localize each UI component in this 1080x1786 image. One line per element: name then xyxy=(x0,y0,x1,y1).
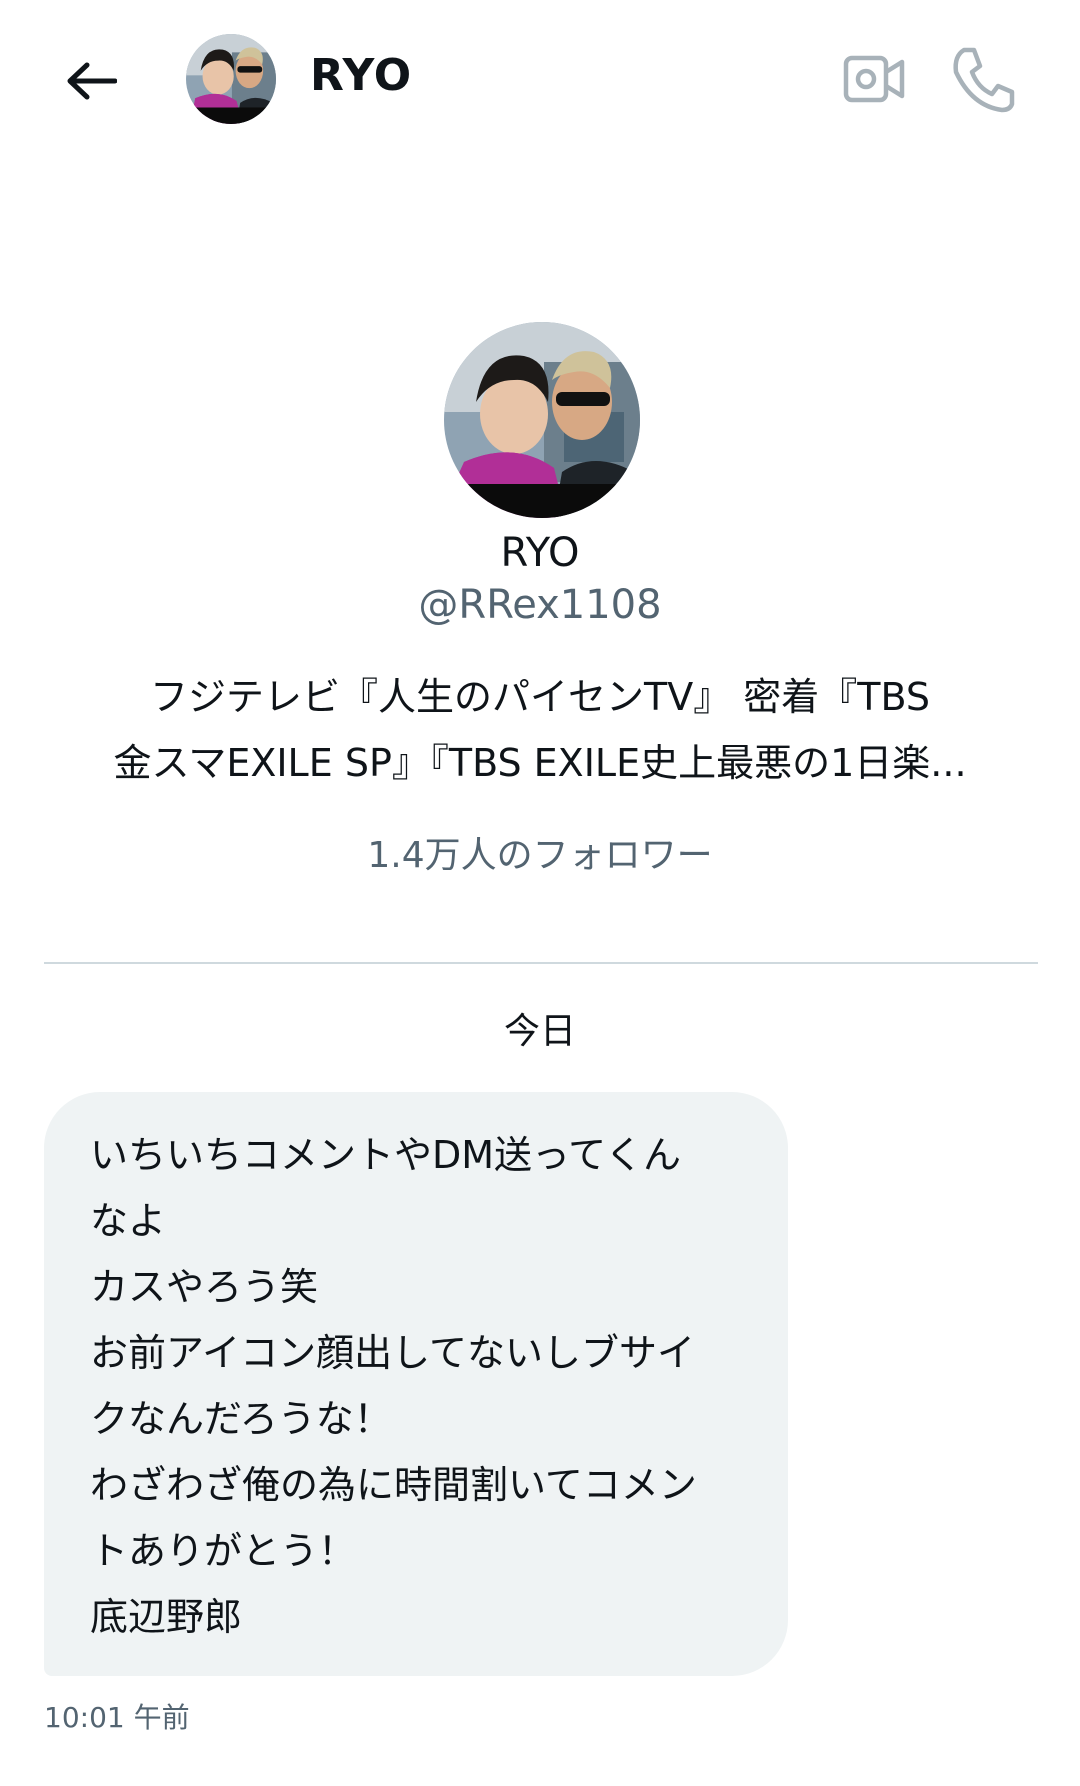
header-title[interactable]: RYO xyxy=(310,50,412,101)
conversation-header: RYO xyxy=(0,0,1080,160)
video-camera-icon xyxy=(843,55,905,103)
message-timestamp: 10:01 午前 xyxy=(44,1701,190,1734)
message-line: わざわざ俺の為に時間割いてコメン xyxy=(90,1463,697,1507)
message-line: いちいちコメントやDM送ってくん xyxy=(90,1133,682,1177)
profile-avatar[interactable] xyxy=(444,322,640,518)
header-avatar[interactable] xyxy=(186,34,276,124)
message-line: お前アイコン顔出してないしブサイ xyxy=(90,1331,695,1375)
message-bubble[interactable]: いちいちコメントやDM送ってくん なよ カスやろう笑 お前アイコン顔出してないし… xyxy=(44,1092,788,1676)
profile-handle: @RRex1108 xyxy=(418,582,662,628)
message-line: なよ xyxy=(90,1199,167,1243)
message-line: トありがとう！ xyxy=(90,1529,357,1573)
profile-bio: フジテレビ『人生のパイセンTV』 密着『TBS 金スマEXILE SP』『TBS… xyxy=(80,664,1000,796)
followers-count[interactable]: 1.4万人のフォロワー xyxy=(0,826,1080,878)
profile-name: RYO xyxy=(500,530,580,576)
back-button[interactable] xyxy=(58,48,124,114)
bio-line: フジテレビ『人生のパイセンTV』 密着『TBS xyxy=(149,675,931,719)
message-line: クなんだろうな！ xyxy=(90,1397,392,1441)
avatar-photo xyxy=(186,34,276,124)
arrow-left-icon xyxy=(67,62,117,100)
avatar-photo xyxy=(444,322,640,518)
divider xyxy=(44,962,1038,964)
message-line: 底辺野郎 xyxy=(90,1595,243,1639)
voice-call-button[interactable] xyxy=(950,44,1016,114)
message-line: カスやろう笑 xyxy=(90,1265,319,1309)
phone-icon xyxy=(953,47,1015,113)
bio-line: 金スマEXILE SP』『TBS EXILE史上最悪の1日楽... xyxy=(113,741,967,785)
date-separator: 今日 xyxy=(503,1011,576,1052)
video-call-button[interactable] xyxy=(842,48,908,110)
